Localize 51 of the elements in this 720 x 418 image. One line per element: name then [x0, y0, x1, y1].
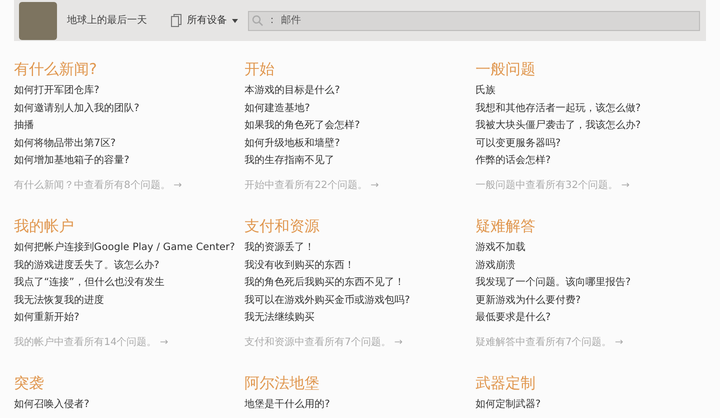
question-link[interactable]: 最低要求是什么? — [475, 309, 551, 326]
question-link[interactable]: 如何打开军团仓库? — [14, 82, 100, 100]
question-link[interactable]: 如何增加基地箱子的容量? — [14, 152, 130, 170]
question-link[interactable]: 如何邀请别人加入我的团队? — [14, 100, 140, 117]
question-link[interactable]: 本游戏的目标是什么? — [244, 82, 340, 100]
question-link[interactable]: 我想和其他存活者一起玩，该怎么做? — [475, 100, 641, 117]
question-link[interactable]: 如何重新开始? — [14, 309, 80, 326]
question-link[interactable]: 我的游戏进度丢失了。该怎么办? — [14, 256, 160, 274]
search-prefix: ： — [267, 14, 277, 28]
question-link[interactable]: 我可以在游戏外购买金币或游戏包吗? — [244, 292, 410, 309]
section-heading: 支付和资源 — [244, 216, 320, 236]
caret-icon — [232, 18, 238, 22]
search-value: 邮件 — [281, 14, 301, 28]
section-heading: 阿尔法地堡 — [244, 373, 320, 393]
question-link[interactable]: 我发现了一个问题。该向哪里报告? — [475, 274, 631, 292]
question-link[interactable]: 更新游戏为什么要付费? — [475, 292, 581, 309]
game-title: 地球上的最后一天 — [67, 14, 147, 28]
device-dropdown[interactable]: 所有设备 — [171, 13, 238, 28]
section-heading: 我的帐户 — [14, 216, 74, 236]
question-link[interactable]: 我没有收到购买的东西！ — [244, 256, 355, 274]
question-link[interactable]: 游戏不加载 — [475, 239, 526, 256]
question-link[interactable]: 我的角色死后我购买的东西不见了！ — [244, 274, 405, 292]
question-link[interactable]: 作弊的话会怎样? — [475, 152, 551, 170]
question-link[interactable]: 如何升级地板和墙壁? — [244, 134, 340, 152]
devices-icon — [171, 14, 182, 27]
game-artwork — [19, 2, 57, 40]
search-icon — [252, 15, 263, 26]
question-link[interactable]: 如何召唤入侵者? — [14, 396, 90, 414]
section-heading: 突袭 — [14, 373, 44, 393]
question-link[interactable]: 我的资源丢了！ — [244, 239, 315, 256]
question-link[interactable]: 我无法继续购买 — [244, 309, 315, 326]
question-link[interactable]: 我被大块头僵尸袭击了，我该怎么办? — [475, 117, 641, 134]
question-link[interactable]: 如何把帐户连接到Google Play / Game Center? — [14, 239, 235, 256]
question-link[interactable]: 地堡是干什么用的? — [244, 396, 330, 414]
section-heading: 武器定制 — [475, 373, 536, 393]
question-link[interactable]: 可以变更服务器吗? — [475, 134, 561, 152]
section-heading: 疑难解答 — [475, 216, 536, 236]
question-link[interactable]: 我的生存指南不见了 — [244, 152, 335, 170]
question-link[interactable]: 我点了“连接”，但什么也没有发生 — [14, 274, 164, 292]
section-heading: 有什么新闻? — [14, 59, 97, 79]
question-link[interactable]: 如果我的角色死了会怎样? — [244, 117, 360, 134]
question-link[interactable]: 抽播 — [14, 117, 34, 134]
section-heading: 一般问题 — [475, 59, 536, 79]
question-link[interactable]: 如何定制武器? — [475, 396, 541, 414]
question-link[interactable]: 氏族 — [475, 82, 496, 100]
search-field[interactable]: ： 邮件 — [248, 10, 700, 30]
question-link[interactable]: 我无法恢复我的进度 — [14, 292, 104, 309]
section-heading: 开始 — [244, 59, 275, 79]
question-link[interactable]: 游戏崩溃 — [475, 256, 516, 274]
question-link[interactable]: 如何将物品带出第7区? — [14, 134, 116, 152]
question-link[interactable]: 如何建造基地? — [244, 100, 310, 117]
